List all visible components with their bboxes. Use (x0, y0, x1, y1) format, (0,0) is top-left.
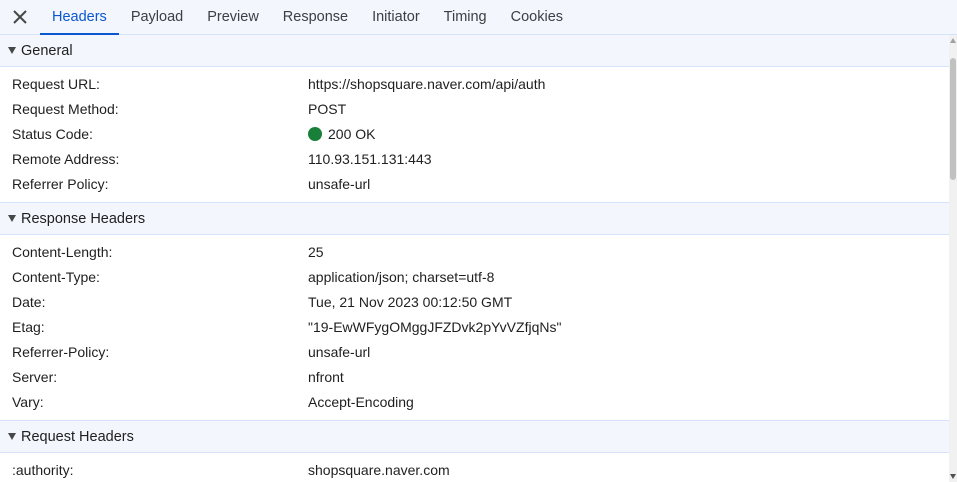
scroll-down-arrow-icon[interactable] (950, 474, 956, 479)
header-value: https://shopsquare.naver.com/api/auth (308, 75, 546, 92)
section-general-header[interactable]: General (0, 35, 949, 67)
header-value: Accept-Encoding (308, 393, 414, 410)
header-key: Date: (12, 293, 46, 310)
status-code-text: 200 OK (328, 125, 376, 142)
expand-triangle-icon (8, 47, 16, 54)
section-response-headers-body: Content-Length: 25 Content-Type: applica… (0, 235, 949, 421)
header-key: Content-Length: (12, 243, 113, 260)
header-row: Vary: Accept-Encoding (0, 389, 949, 414)
section-response-headers-header[interactable]: Response Headers (0, 203, 949, 235)
header-row: :authority: shopsquare.naver.com (0, 457, 949, 482)
status-ok-icon (308, 126, 322, 141)
section-general-body: Request URL: https://shopsquare.naver.co… (0, 67, 949, 203)
header-value: nfront (308, 368, 344, 385)
tab-response[interactable]: Response (271, 0, 360, 34)
header-value: application/json; charset=utf-8 (308, 268, 495, 285)
tab-bar: Headers Payload Preview Response Initiat… (0, 0, 957, 35)
header-value: 25 (308, 243, 324, 260)
header-row: Content-Type: application/json; charset=… (0, 264, 949, 289)
tab-headers[interactable]: Headers (40, 0, 119, 35)
header-key: Vary: (12, 393, 44, 410)
header-value: "19-EwWFygOMggJFZDvk2pYvVZfjqNs" (308, 318, 562, 335)
header-key: Request Method: (12, 100, 119, 117)
tab-timing[interactable]: Timing (432, 0, 499, 34)
section-request-headers-body: :authority: shopsquare.naver.com (0, 453, 949, 482)
header-key: Content-Type: (12, 268, 100, 285)
header-key: Referrer Policy: (12, 175, 109, 192)
tab-initiator[interactable]: Initiator (360, 0, 432, 34)
header-value: shopsquare.naver.com (308, 461, 450, 478)
headers-panel: General Request URL: https://shopsquare.… (0, 35, 949, 482)
expand-triangle-icon (8, 215, 16, 222)
header-key: Server: (12, 368, 58, 385)
header-key: Referrer-Policy: (12, 343, 110, 360)
header-key: Remote Address: (12, 150, 120, 167)
close-icon (13, 10, 27, 24)
section-title: Response Headers (21, 210, 146, 227)
header-value: Tue, 21 Nov 2023 00:12:50 GMT (308, 293, 513, 310)
scrollbar-thumb[interactable] (950, 58, 956, 180)
tab-cookies[interactable]: Cookies (499, 0, 575, 34)
header-row: Request Method: POST (0, 96, 949, 121)
section-title: General (21, 42, 73, 59)
header-value: unsafe-url (308, 175, 371, 192)
header-value: POST (308, 100, 347, 117)
header-row: Remote Address: 110.93.151.131:443 (0, 146, 949, 171)
tab-payload[interactable]: Payload (119, 0, 195, 34)
header-row: Content-Length: 25 (0, 239, 949, 264)
expand-triangle-icon (8, 433, 16, 440)
header-row: Request URL: https://shopsquare.naver.co… (0, 71, 949, 96)
section-request-headers-header[interactable]: Request Headers (0, 421, 949, 453)
header-row: Date: Tue, 21 Nov 2023 00:12:50 GMT (0, 289, 949, 314)
header-value: unsafe-url (308, 343, 371, 360)
header-key: :authority: (12, 461, 74, 478)
header-row: Etag: "19-EwWFygOMggJFZDvk2pYvVZfjqNs" (0, 314, 949, 339)
tab-preview[interactable]: Preview (195, 0, 271, 34)
status-code-value: 200 OK (308, 126, 375, 142)
header-key: Etag: (12, 318, 45, 335)
header-value: 110.93.151.131:443 (308, 150, 432, 167)
scroll-up-arrow-icon[interactable] (950, 38, 956, 43)
header-row: Referrer Policy: unsafe-url (0, 171, 949, 196)
close-button[interactable] (0, 0, 40, 34)
header-row: Server: nfront (0, 364, 949, 389)
header-key: Status Code: (12, 125, 93, 142)
header-key: Request URL: (12, 75, 100, 92)
header-row: Status Code: 200 OK (0, 121, 949, 146)
section-title: Request Headers (21, 428, 134, 445)
header-row: Referrer-Policy: unsafe-url (0, 339, 949, 364)
